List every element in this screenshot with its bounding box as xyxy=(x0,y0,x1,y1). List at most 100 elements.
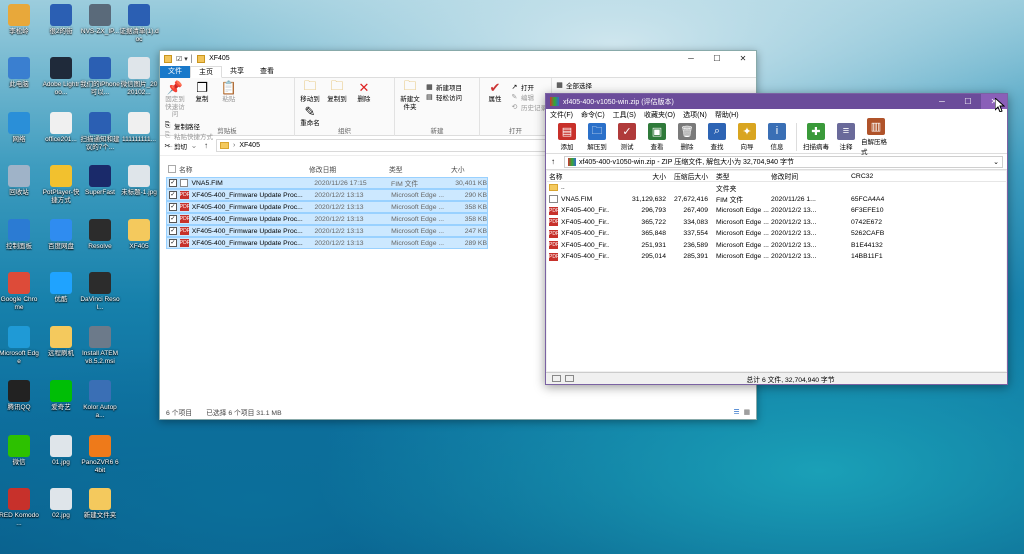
desktop-icon-pdf-file[interactable]: RED Komodo ... xyxy=(0,488,39,527)
desktop-icon-image-file[interactable]: 微信图片_2020102... xyxy=(119,57,159,96)
menu-item[interactable]: 帮助(H) xyxy=(711,110,743,120)
row-checkbox[interactable]: ✓ xyxy=(169,227,177,235)
move-to-button[interactable]: 🗀 移动到 xyxy=(298,78,322,104)
copy-button[interactable]: ❐ 复制 xyxy=(190,80,214,104)
archive-row[interactable]: PDF XF405-400_Fir... 296,793 267,409 Micr… xyxy=(547,205,1006,217)
desktop-icon-word-doc[interactable]: 扫描通知和建议的7个... xyxy=(80,112,120,151)
column-type[interactable]: 类型 xyxy=(708,171,771,181)
new-folder-button[interactable]: 🗀 新建文件夹 xyxy=(398,78,422,111)
quick-access-toolbar[interactable]: ☑ ▾ │ xyxy=(176,55,194,63)
desktop-icon-youku[interactable]: 优酷 xyxy=(41,272,81,304)
desktop-icon-wechat[interactable]: 微信 xyxy=(0,435,39,467)
easy-access-button[interactable]: ▤ 轻松访问 xyxy=(425,92,462,102)
desktop-icon-kolor-autopano[interactable]: Kolor Autopa... xyxy=(80,380,120,419)
breadcrumb[interactable]: XF405 xyxy=(239,142,260,149)
delete-button[interactable]: ✕ 删除 xyxy=(352,80,376,104)
toolbar-button[interactable]: ✚ 扫描病毒 xyxy=(801,122,831,151)
desktop-icon-folder[interactable]: 远程刷机 xyxy=(41,326,81,358)
paste-button[interactable]: 📋 粘贴 xyxy=(217,80,241,104)
desktop-icon-doc-file[interactable]: 111111111... xyxy=(119,112,159,144)
tab-view[interactable]: 查看 xyxy=(252,66,282,78)
winrar-titlebar[interactable]: xf405-400-v1050-win.zip (评估版本) ─ ☐ ✕ xyxy=(546,94,1007,109)
winrar-window[interactable]: xf405-400-v1050-win.zip (评估版本) ─ ☐ ✕ 文件(… xyxy=(545,93,1008,385)
desktop-icon-edge[interactable]: Microsoft Edge xyxy=(0,326,39,365)
toolbar-button[interactable]: ▣ 查看 xyxy=(642,122,672,151)
rename-button[interactable]: ✎ 重命名 xyxy=(298,104,322,128)
chevron-down-icon[interactable]: ⌄ xyxy=(993,158,999,166)
toolbar-button[interactable]: ▤ 添加 xyxy=(552,122,582,151)
maximize-button[interactable]: ☐ xyxy=(955,94,981,109)
toolbar-button[interactable]: ≡ 注释 xyxy=(831,122,861,151)
desktop-icon-word-doc[interactable]: 我们的iPhone可以... xyxy=(80,57,120,96)
archive-row[interactable]: PDF XF405-400_Fir... 365,722 334,083 Micr… xyxy=(547,217,1006,229)
row-checkbox[interactable]: ✓ xyxy=(169,179,177,187)
large-icons-view-icon[interactable]: ▦ xyxy=(744,408,750,416)
column-name[interactable]: 名称 xyxy=(179,164,309,174)
toolbar-button[interactable]: ✦ 向导 xyxy=(732,122,762,151)
desktop-icon-network[interactable]: 网络 xyxy=(0,112,39,144)
up-arrow-icon[interactable]: ↑ xyxy=(546,157,560,166)
desktop-icon-control-panel[interactable]: 控制面板 xyxy=(0,219,39,251)
desktop-icon-user-folder[interactable]: 李松岭 xyxy=(0,4,39,36)
row-checkbox[interactable]: ✓ xyxy=(169,215,177,223)
desktop-icon-word-doc[interactable]: 很2的街 xyxy=(41,4,81,36)
details-view-icon[interactable]: ☰ xyxy=(733,408,739,416)
column-size[interactable]: 大小 xyxy=(609,171,666,181)
desktop-icon-recycle-bin[interactable]: 回收站 xyxy=(0,165,39,197)
desktop-icon-folder[interactable]: 新建文件夹 xyxy=(80,488,120,520)
row-checkbox[interactable]: ✓ xyxy=(169,203,177,211)
desktop-icon-doc-file[interactable]: office201... xyxy=(41,112,81,144)
file-row[interactable]: ✓ PDF XF405-400_Firmware Update Proc... … xyxy=(166,237,488,249)
minimize-button[interactable]: ─ xyxy=(678,51,704,66)
tab-home[interactable]: 主页 xyxy=(190,65,222,78)
history-button[interactable]: ⟲ 历史记录 xyxy=(510,102,547,112)
cut-button[interactable]: ✂ 剪切 xyxy=(163,141,213,151)
desktop-icon-installer[interactable]: Install ATEM v8.5.2.msi xyxy=(80,326,120,365)
toolbar-button[interactable]: 🗑 删除 xyxy=(672,122,702,151)
archive-row[interactable]: PDF XF405-400_Fir... 365,848 337,554 Micr… xyxy=(547,228,1006,240)
explorer-titlebar[interactable]: ☑ ▾ │ XF405 ─ ☐ ✕ xyxy=(160,51,756,66)
row-checkbox[interactable]: ✓ xyxy=(169,191,177,199)
select-all-button[interactable]: ▦ 全部选择 xyxy=(555,80,592,90)
archive-row[interactable]: PDF XF405-400_Fir... 251,931 236,589 Micr… xyxy=(547,240,1006,252)
column-packed[interactable]: 压缩后大小 xyxy=(666,171,708,181)
desktop-icon-qq[interactable]: 腾讯QQ xyxy=(0,380,39,412)
desktop-icon-pano2vr[interactable]: PanoZVR6 64bit xyxy=(80,435,120,474)
desktop-icon-iqiyi[interactable]: 爱奇艺 xyxy=(41,380,81,412)
desktop-icon-superfast[interactable]: SuperFast xyxy=(80,165,120,197)
file-row[interactable]: ✓ VNA5.FIM 2020/11/26 17:15 FIM 文件 30,40… xyxy=(166,177,488,189)
pin-quick-access-button[interactable]: 📌 固定到快速访问 xyxy=(163,80,187,119)
file-row[interactable]: ✓ PDF XF405-400_Firmware Update Proc... … xyxy=(166,201,488,213)
desktop-icon-lightroom[interactable]: Adobe Lightroo... xyxy=(41,57,81,96)
menu-item[interactable]: 命令(C) xyxy=(577,110,609,120)
desktop-icon-baidu-netdisk[interactable]: 百度网盘 xyxy=(41,219,81,251)
desktop-icon-word-doc[interactable]: 证据清单(1).doc xyxy=(119,4,159,43)
new-item-button[interactable]: ▦ 新建项目 xyxy=(425,82,462,92)
properties-button[interactable]: ✔ 属性 xyxy=(483,80,507,104)
column-type[interactable]: 类型 xyxy=(389,164,451,174)
column-modified[interactable]: 修改时间 xyxy=(771,171,851,181)
menu-item[interactable]: 收藏夹(O) xyxy=(640,110,679,120)
desktop-icon-chrome[interactable]: Google Chrome xyxy=(0,272,39,311)
toolbar-button[interactable]: ✓ 测试 xyxy=(612,122,642,151)
file-row[interactable]: ✓ PDF XF405-400_Firmware Update Proc... … xyxy=(166,189,488,201)
tab-share[interactable]: 共享 xyxy=(222,66,252,78)
copy-to-button[interactable]: 🗀 复制到 xyxy=(325,78,349,104)
menu-item[interactable]: 选项(N) xyxy=(679,110,711,120)
toolbar-button[interactable]: ▥ 自解压格式 xyxy=(861,117,891,156)
desktop-icon-computer[interactable]: 此电脑 xyxy=(0,57,39,89)
column-size[interactable]: 大小 xyxy=(451,164,489,174)
column-date[interactable]: 修改日期 xyxy=(309,164,389,174)
edit-button[interactable]: ✎ 编辑 xyxy=(510,92,547,102)
column-crc32[interactable]: CRC32 xyxy=(851,173,901,180)
maximize-button[interactable]: ☐ xyxy=(704,51,730,66)
menu-item[interactable]: 文件(F) xyxy=(546,110,577,120)
desktop-icon-folder[interactable]: XF405 xyxy=(119,219,159,251)
desktop-icon-image-file[interactable]: 未标题-1.jpg xyxy=(119,165,159,197)
archive-row[interactable]: VNA5.FIM 31,129,632 27,672,416 FIM 文件 20… xyxy=(547,194,1006,206)
desktop-icon-davinci-resolve[interactable]: DaVinci Resol... xyxy=(80,272,120,311)
tab-file[interactable]: 文件 xyxy=(160,65,190,78)
open-button[interactable]: ↗ 打开 xyxy=(510,82,547,92)
menu-item[interactable]: 工具(S) xyxy=(609,110,640,120)
desktop-icon-potplayer[interactable]: PotPlayer-快捷方式 xyxy=(41,165,81,204)
